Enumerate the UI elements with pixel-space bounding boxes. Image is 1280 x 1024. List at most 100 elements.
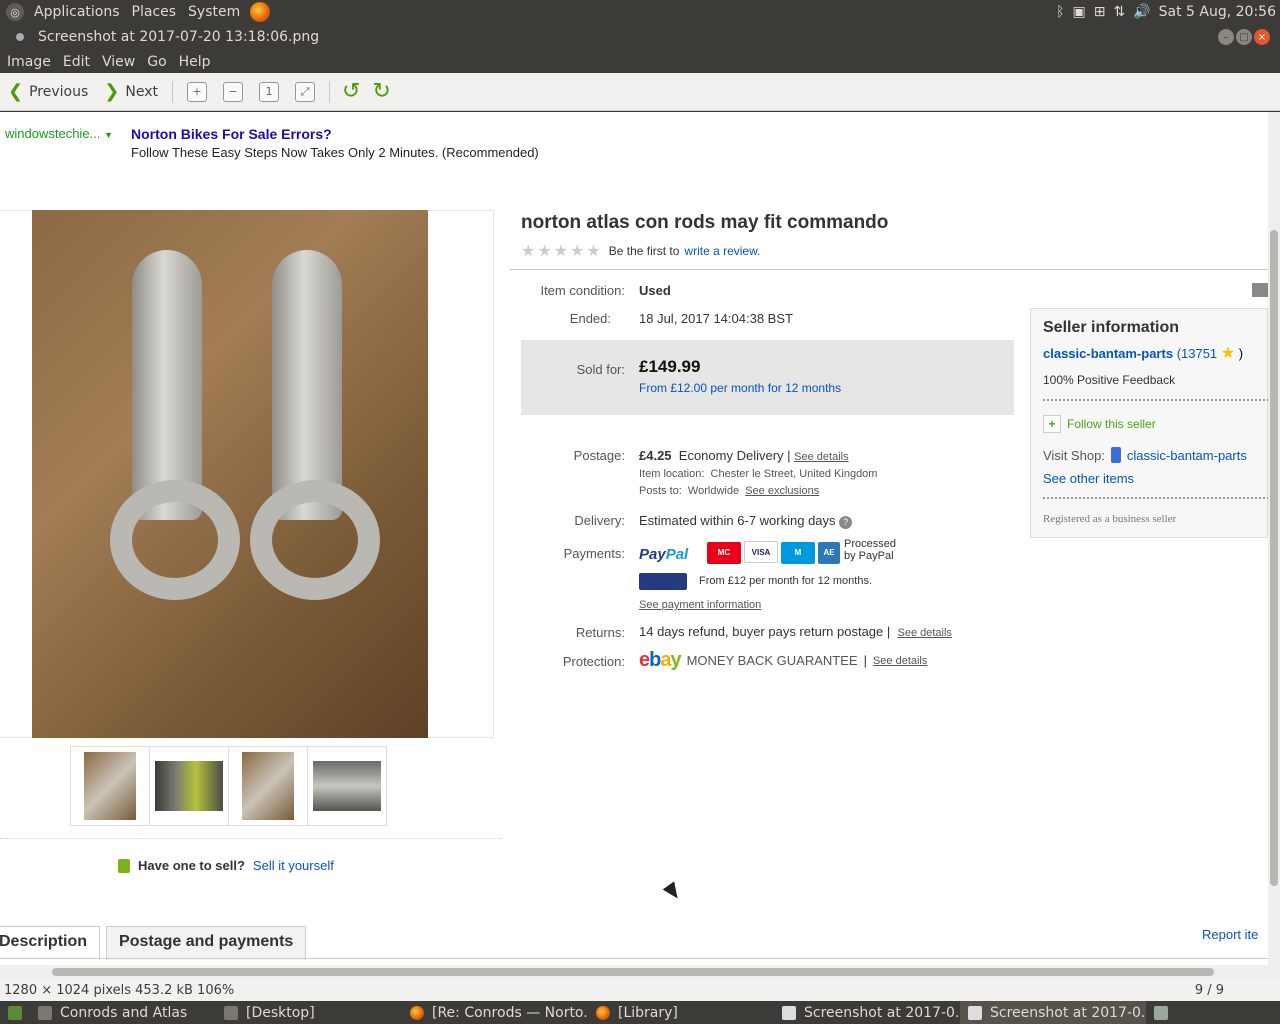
returns-label: Returns:: [575, 625, 625, 640]
see-payment-info-link[interactable]: See payment information: [639, 599, 761, 611]
star-icon: ★: [586, 243, 601, 260]
firefox-icon: [596, 1005, 610, 1020]
follow-seller-link[interactable]: + Follow this seller: [1043, 415, 1156, 433]
write-review-link[interactable]: write a review.: [684, 244, 760, 258]
see-exclusions-link[interactable]: See exclusions: [745, 485, 819, 497]
finance-link[interactable]: From £12.00 per month for 12 months: [639, 381, 841, 395]
firefox-launcher-icon[interactable]: [250, 2, 271, 22]
ended-label: Ended:: [569, 311, 611, 326]
zoom-in-icon[interactable]: +: [186, 81, 207, 102]
sold-box: [521, 340, 1014, 415]
envelope-icon[interactable]: [1252, 283, 1268, 297]
horizontal-scrollbar[interactable]: [0, 965, 1280, 979]
divider: [0, 958, 1268, 959]
menu-view[interactable]: View: [96, 54, 141, 70]
network-icon[interactable]: ⇅: [1113, 4, 1125, 20]
menu-help[interactable]: Help: [173, 54, 217, 70]
photo-thumbnails: [70, 746, 387, 826]
next-button[interactable]: ❯ Next: [96, 77, 166, 107]
ad-title-link[interactable]: Norton Bikes For Sale Errors?: [131, 126, 332, 142]
close-button[interactable]: ×: [1254, 29, 1270, 45]
mastercard-icon: MC: [707, 542, 741, 564]
positive-feedback: 100% Positive Feedback: [1043, 373, 1176, 387]
volume-icon[interactable]: 🔊: [1133, 4, 1150, 20]
sold-price: £149.99: [639, 357, 701, 376]
tab-description[interactable]: Description: [0, 926, 101, 960]
seller-info-panel: Seller information classic-bantam-parts …: [1030, 308, 1268, 538]
ebay-logo-icon: ebay: [639, 649, 682, 671]
image-viewer-icon: [968, 1005, 982, 1020]
menu-go[interactable]: Go: [141, 54, 172, 70]
tab-postage-payments[interactable]: Postage and payments: [106, 926, 307, 960]
feedback-score-link[interactable]: (13751: [1177, 346, 1217, 361]
system-menu[interactable]: System: [182, 0, 246, 24]
protection-see-details-link[interactable]: See details: [873, 655, 927, 667]
item-title: norton atlas con rods may fit commando: [521, 212, 889, 233]
taskbar-item[interactable]: Screenshot at 2017-0...: [774, 1001, 960, 1024]
have-one-label: Have one to sell?: [138, 858, 245, 873]
star-icon: ★: [521, 243, 536, 260]
image-viewport[interactable]: windowstechie... ▼ Norton Bikes For Sale…: [0, 112, 1268, 965]
postage-see-details-link[interactable]: See details: [794, 451, 848, 463]
menu-image[interactable]: Image: [1, 54, 57, 70]
delivery-label: Delivery:: [574, 513, 625, 528]
divider: [510, 269, 1268, 270]
scrollbar-thumb[interactable]: [52, 968, 1214, 976]
rating-stars: ★ ★ ★ ★ ★ Be the first to write a review.: [521, 241, 760, 261]
ad-source[interactable]: windowstechie... ▼: [5, 126, 113, 141]
seller-name-link[interactable]: classic-bantam-parts: [1043, 346, 1173, 361]
statusbar: 1280 × 1024 pixels 453.2 kB 106% 9 / 9: [0, 979, 1280, 1001]
postage-line: £4.25 Economy Delivery | See details: [639, 448, 849, 463]
clock[interactable]: Sat 5 Aug, 20:56: [1159, 4, 1276, 20]
returns-see-details-link[interactable]: See details: [897, 627, 951, 639]
rotate-left-icon[interactable]: ↺: [342, 79, 360, 104]
sell-it-yourself-link[interactable]: Sell it yourself: [253, 858, 334, 873]
show-desktop-icon[interactable]: [0, 1001, 30, 1024]
posts-to: Posts to: Worldwide See exclusions: [639, 485, 820, 497]
report-item-link[interactable]: Report ite: [1202, 927, 1258, 942]
ubuntu-logo-icon[interactable]: ◎: [6, 3, 24, 21]
taskbar-item[interactable]: Conrods and Atlas: [30, 1001, 216, 1024]
see-other-items-link[interactable]: See other items: [1043, 471, 1134, 486]
shop-link[interactable]: classic-bantam-parts: [1127, 448, 1247, 463]
zoom-normal-icon[interactable]: 1: [258, 81, 279, 102]
maximize-button[interactable]: □: [1236, 29, 1252, 45]
taskbar-item[interactable]: Screenshot at 2017-0...: [960, 1001, 1146, 1024]
workspace-switcher-icon[interactable]: ⊞: [1094, 4, 1106, 20]
condition-label: Item condition:: [540, 283, 625, 298]
applications-menu[interactable]: Applications: [28, 0, 126, 24]
zoom-fit-icon[interactable]: ⤢: [294, 81, 315, 102]
taskbar-item[interactable]: [Re: Conrods — Norto...: [402, 1001, 588, 1024]
taskbar-item[interactable]: [Desktop]: [216, 1001, 402, 1024]
thumbnail[interactable]: [149, 746, 229, 826]
toolbar: ❮ Previous ❯ Next + − 1 ⤢ ↺ ↻: [0, 73, 1280, 111]
workspace-icon[interactable]: [1146, 1001, 1176, 1024]
window-titlebar[interactable]: Screenshot at 2017-07-20 13:18:06.png – …: [0, 24, 1280, 50]
display-icon[interactable]: ▣: [1073, 4, 1086, 20]
thumbnail[interactable]: [307, 746, 387, 826]
sold-label: Sold for:: [576, 362, 625, 377]
main-product-photo[interactable]: [32, 210, 428, 738]
help-icon[interactable]: ?: [839, 516, 853, 529]
review-prefix: Be the first to: [608, 244, 680, 258]
minimize-button[interactable]: –: [1218, 29, 1234, 45]
places-menu[interactable]: Places: [126, 0, 183, 24]
postage-price: £4.25: [639, 448, 672, 463]
toolbar-separator: [328, 80, 330, 103]
paypal-logo: PayPal: [639, 546, 689, 563]
bluetooth-icon[interactable]: ᛒ: [1056, 4, 1064, 20]
ad-text: Follow These Easy Steps Now Takes Only 2…: [131, 145, 539, 160]
vertical-scrollbar[interactable]: [1268, 112, 1280, 965]
seller-heading: Seller information: [1043, 319, 1180, 336]
previous-button[interactable]: ❮ Previous: [0, 77, 96, 107]
divider: [1043, 399, 1268, 401]
thumbnail[interactable]: [228, 746, 308, 826]
tabs: Description Postage and payments: [0, 926, 312, 960]
scrollbar-thumb[interactable]: [1270, 230, 1278, 886]
thumbnail[interactable]: [70, 746, 150, 826]
window-menu-icon[interactable]: [16, 33, 24, 41]
rotate-right-icon[interactable]: ↻: [372, 79, 390, 104]
zoom-out-icon[interactable]: −: [222, 81, 243, 102]
menu-edit[interactable]: Edit: [57, 54, 96, 70]
taskbar-item[interactable]: [Library]: [588, 1001, 774, 1024]
